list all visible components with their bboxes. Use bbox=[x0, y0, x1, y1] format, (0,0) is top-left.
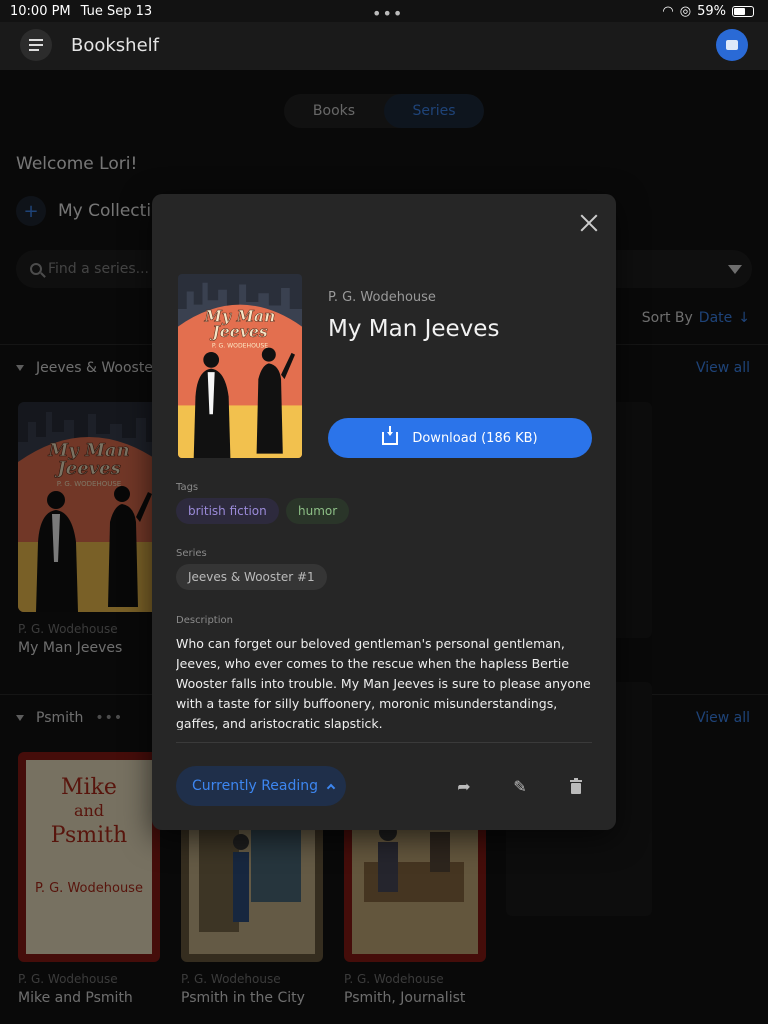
book-details-modal: My Man Jeeves P. G. WODEHOUSE P. G. Wode… bbox=[152, 194, 616, 830]
status-date: Tue Sep 13 bbox=[80, 3, 153, 19]
book-title: My Man Jeeves bbox=[328, 316, 500, 342]
tag-chip[interactable]: british fiction bbox=[176, 498, 279, 524]
battery-percent: 59% bbox=[697, 3, 726, 19]
description-label: Description bbox=[176, 615, 233, 626]
download-label: Download (186 KB) bbox=[412, 430, 538, 446]
reading-status-label: Currently Reading bbox=[192, 778, 319, 794]
tag-chip[interactable]: humor bbox=[286, 498, 350, 524]
series-label: Series bbox=[176, 548, 207, 559]
user-icon bbox=[726, 40, 738, 50]
edit-icon[interactable]: ✎ bbox=[510, 776, 530, 796]
orientation-lock-icon: ◎ bbox=[679, 3, 692, 19]
menu-icon bbox=[29, 39, 43, 41]
chevron-up-icon bbox=[326, 783, 336, 793]
series-chip[interactable]: Jeeves & Wooster #1 bbox=[176, 564, 327, 590]
app-title: Bookshelf bbox=[71, 35, 159, 56]
multitasking-dots-icon[interactable]: ••• bbox=[372, 4, 403, 23]
delete-icon[interactable] bbox=[566, 776, 586, 796]
download-button[interactable]: Download (186 KB) bbox=[328, 418, 592, 458]
cover-title-line2: Jeeves bbox=[209, 322, 268, 341]
menu-button[interactable] bbox=[20, 29, 52, 61]
share-icon[interactable]: ➦ bbox=[454, 776, 474, 796]
app-bar: Bookshelf bbox=[0, 22, 768, 70]
book-cover: My Man Jeeves P. G. WODEHOUSE bbox=[178, 274, 302, 458]
wifi-icon: ◠ bbox=[662, 3, 674, 19]
description-text: Who can forget our beloved gentleman's p… bbox=[176, 636, 591, 730]
profile-button[interactable] bbox=[716, 29, 748, 61]
status-time: 10:00 PM bbox=[10, 3, 71, 19]
close-icon[interactable] bbox=[578, 212, 600, 234]
book-author: P. G. Wodehouse bbox=[328, 290, 436, 305]
tags-label: Tags bbox=[176, 482, 199, 493]
download-icon bbox=[382, 425, 399, 445]
battery-icon bbox=[732, 5, 754, 17]
cover-author: P. G. WODEHOUSE bbox=[212, 343, 268, 350]
modal-divider bbox=[176, 742, 592, 743]
status-bar: 10:00 PM Tue Sep 13 ••• ◠ ◎ 59% bbox=[0, 0, 768, 23]
reading-status-dropdown[interactable]: Currently Reading bbox=[176, 766, 346, 806]
